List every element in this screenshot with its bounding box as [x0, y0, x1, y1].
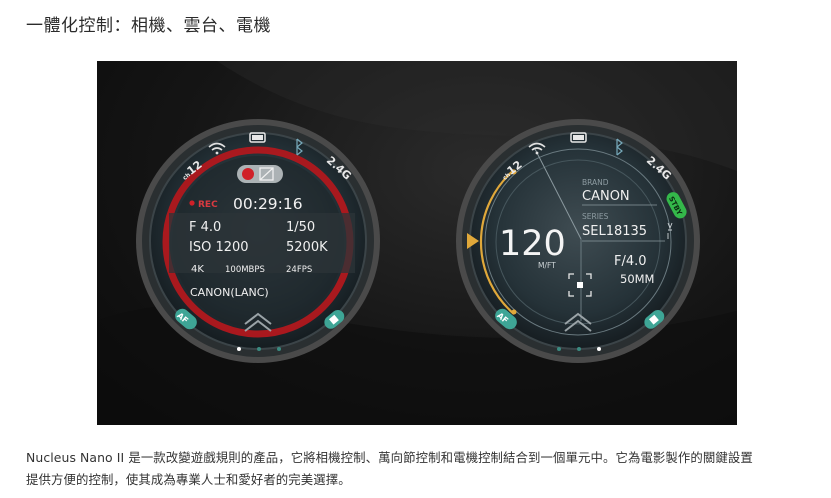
white-balance-value[interactable]: 5200K: [286, 240, 328, 255]
resolution-value: 4K: [191, 264, 204, 275]
series-label: SERIES: [582, 212, 609, 221]
rec-label: REC: [198, 200, 218, 210]
product-image-panel: ch12 2.4G REC 00:29:16 F 4.0 1/50 ISO 12…: [97, 61, 737, 425]
left-dial: ch12 2.4G REC 00:29:16 F 4.0 1/50 ISO 12…: [136, 119, 380, 363]
page-dot-active: [597, 347, 601, 351]
record-icon: [242, 168, 254, 180]
dial-illustration: ch12 2.4G REC 00:29:16 F 4.0 1/50 ISO 12…: [97, 61, 737, 425]
timecode: 00:29:16: [233, 195, 303, 213]
brand-value[interactable]: CANON: [582, 189, 630, 204]
right-dial: ch12 2.4G STBY 120 M/FT BRAND CANON SERI…: [456, 119, 700, 363]
camera-link-label: CANON(LANC): [190, 286, 269, 299]
focal-length-value: 50MM: [620, 272, 654, 286]
series-value[interactable]: SEL18135: [582, 224, 647, 239]
aperture-value[interactable]: F 4.0: [189, 220, 221, 235]
brand-label: BRAND: [582, 178, 609, 187]
iso-value[interactable]: ISO 1200: [189, 240, 249, 255]
fps-value: 24FPS: [286, 265, 312, 275]
focus-value[interactable]: 120: [499, 224, 566, 264]
page-dot-active: [237, 347, 241, 351]
shutter-value[interactable]: 1/50: [286, 220, 315, 235]
description-line-2: 提供方便的控制，使其成為專業人士和愛好者的完美選擇。: [26, 472, 351, 487]
description-line-1: Nucleus Nano II 是一款改變遊戲規則的產品，它將相機控制、萬向節控…: [26, 450, 753, 465]
bitrate-value: 100MBPS: [225, 265, 265, 275]
product-description: Nucleus Nano II 是一款改變遊戲規則的產品，它將相機控制、萬向節控…: [26, 447, 816, 491]
section-heading: 一體化控制：相機、雲台、電機: [26, 16, 271, 36]
focus-mode-label: M/FT: [538, 261, 556, 270]
right-aperture-value[interactable]: F/4.0: [614, 254, 647, 269]
